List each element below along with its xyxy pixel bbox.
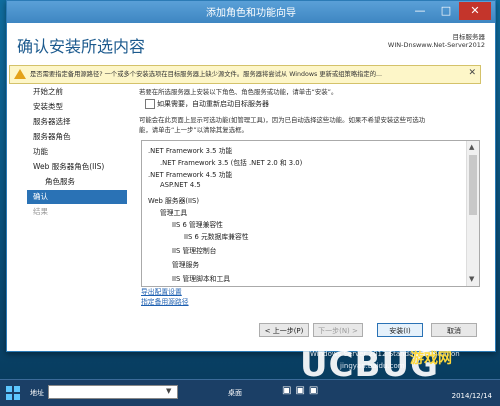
- sidebar-item-confirmation[interactable]: 确认: [27, 190, 127, 204]
- intro-text: 若要在所选服务器上安装以下角色、角色服务或功能，请单击“安装”。: [139, 88, 338, 96]
- sidebar-item-results: 结果: [33, 207, 48, 216]
- target-server-label: 目标服务器: [452, 33, 486, 41]
- scroll-thumb[interactable]: [469, 155, 477, 215]
- sidebar-item-role-services[interactable]: 角色服务: [27, 175, 127, 189]
- previous-button[interactable]: < 上一步(P): [259, 323, 309, 337]
- list-item: .NET Framework 4.5 功能: [148, 171, 233, 179]
- cancel-button[interactable]: 取消: [431, 323, 477, 337]
- sidebar-item-installation-type[interactable]: 安装类型: [27, 100, 127, 114]
- watermark-subtext: 游戏网: [410, 351, 452, 367]
- alt-source-path-link[interactable]: 指定备用源路径: [141, 296, 189, 306]
- content-pane: 若要在所选服务器上安装以下角色、角色服务或功能，请单击“安装”。 如果需要，自动…: [139, 85, 481, 315]
- scroll-up-arrow-icon[interactable]: ▲: [469, 143, 474, 151]
- list-scrollbar[interactable]: ▲ ▼: [466, 141, 479, 286]
- close-button[interactable]: ✕: [459, 2, 491, 20]
- sidebar-item-server-roles[interactable]: 服务器角色: [27, 130, 127, 144]
- list-item: IIS 6 管理兼容性: [172, 221, 223, 229]
- warning-close-button[interactable]: ✕: [468, 68, 476, 78]
- clock-date[interactable]: 2014/12/14: [452, 392, 492, 400]
- export-config-link[interactable]: 导出配置设置: [141, 286, 182, 296]
- list-item: IIS 6 元数据库兼容性: [184, 233, 249, 241]
- title-bar[interactable]: 添加角色和功能向导 — □ ✕: [7, 1, 495, 23]
- minimize-button[interactable]: —: [409, 2, 431, 20]
- sidebar-item-before-you-begin[interactable]: 开始之前: [27, 85, 127, 99]
- taskbar-pinned-icons[interactable]: ▣▣▣: [282, 385, 322, 396]
- address-label: 地址: [30, 389, 44, 397]
- sidebar-item-features[interactable]: 功能: [27, 145, 127, 159]
- warning-banner: 是否需要指定备用源路径? 一个或多个安装选项在目标服务器上缺少源文件。服务器将尝…: [9, 65, 481, 84]
- chevron-down-icon[interactable]: ▼: [166, 387, 171, 395]
- auto-restart-checkbox[interactable]: [145, 99, 155, 109]
- list-item: IIS 管理控制台: [172, 247, 217, 255]
- wizard-header: 确认安装所选内容 目标服务器 WIN-Dnswww.Net-Server2012: [7, 23, 495, 63]
- warning-text: 是否需要指定备用源路径? 一个或多个安装选项在目标服务器上缺少源文件。服务器将尝…: [30, 71, 383, 78]
- page-title: 确认安装所选内容: [17, 37, 146, 56]
- list-item: IIS 管理脚本和工具: [172, 275, 231, 283]
- taskbar: 地址 ▼ 桌面 ▣▣▣ 2014/12/14: [0, 379, 500, 406]
- sidebar-item-web-server-role[interactable]: Web 服务器角色(IIS): [27, 160, 127, 174]
- list-item: .NET Framework 3.5 (包括 .NET 2.0 和 3.0): [160, 159, 303, 167]
- desktop-toolbar-label[interactable]: 桌面: [228, 388, 242, 398]
- wizard-window: 添加角色和功能向导 — □ ✕ 确认安装所选内容 目标服务器 WIN-Dnsww…: [6, 0, 496, 352]
- selection-list[interactable]: .NET Framework 3.5 功能 .NET Framework 3.5…: [141, 140, 480, 287]
- sidebar-item-server-selection[interactable]: 服务器选择: [27, 115, 127, 129]
- optional-note-line1: 可能会在此页面上显示可选功能(如管理工具)，因为已自动选择这些功能。如果不希望安…: [139, 116, 426, 124]
- install-button[interactable]: 安装(I): [377, 323, 423, 337]
- wizard-steps-sidebar: 开始之前 安装类型 服务器选择 服务器角色 功能 Web 服务器角色(IIS) …: [13, 85, 128, 325]
- start-icon[interactable]: [4, 384, 22, 402]
- list-item: .NET Framework 3.5 功能: [148, 147, 233, 155]
- auto-restart-label[interactable]: 如果需要，自动重新启动目标服务器: [157, 99, 269, 109]
- next-button: 下一步(N) >: [313, 323, 363, 337]
- list-item: ASP.NET 4.5: [160, 181, 201, 189]
- list-item: Web 服务器(IIS): [148, 197, 199, 205]
- list-item: 管理服务: [172, 261, 200, 269]
- list-item: 管理工具: [160, 209, 188, 217]
- address-input[interactable]: [48, 385, 178, 399]
- target-server-name: WIN-Dnswww.Net-Server2012: [387, 41, 485, 49]
- maximize-button[interactable]: □: [435, 2, 457, 20]
- scroll-down-arrow-icon[interactable]: ▼: [469, 275, 474, 283]
- warning-icon: [14, 69, 26, 79]
- optional-note-line2: 能，请单击“上一步”以清除其复选框。: [139, 126, 248, 134]
